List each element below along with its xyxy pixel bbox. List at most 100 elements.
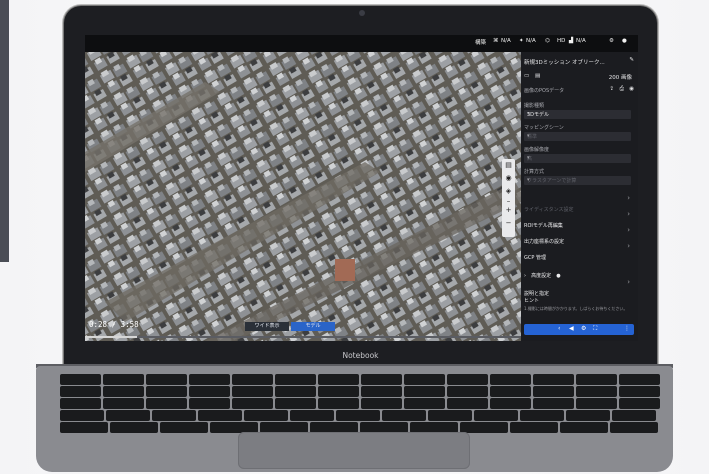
keyboard-key[interactable] bbox=[275, 398, 316, 409]
field4-select[interactable]: クラスタアーンで計算 ▾ bbox=[524, 176, 631, 185]
keyboard-key[interactable] bbox=[404, 398, 445, 409]
keyboard-key[interactable] bbox=[447, 398, 488, 409]
keyboard-key[interactable] bbox=[619, 374, 660, 385]
field4-label: 計算方式 bbox=[524, 169, 545, 175]
keyboard-key[interactable] bbox=[336, 410, 380, 421]
keyboard-key[interactable] bbox=[60, 386, 101, 397]
settings-icon[interactable]: ⚙ bbox=[581, 325, 586, 332]
keyboard-key[interactable] bbox=[576, 398, 617, 409]
keyboard-key[interactable] bbox=[146, 398, 187, 409]
keyboard-key[interactable] bbox=[275, 386, 316, 397]
keyboard-key[interactable] bbox=[146, 374, 187, 385]
map-tool-strip: ▤ ◉ ◈ – + − bbox=[502, 159, 515, 237]
keyboard-key[interactable] bbox=[290, 410, 334, 421]
keyboard-key[interactable] bbox=[232, 398, 273, 409]
fullscreen-icon[interactable]: ⛶ bbox=[593, 325, 597, 333]
keyboard-key[interactable] bbox=[404, 374, 445, 385]
keyboard-key[interactable] bbox=[160, 422, 208, 433]
view-icon[interactable]: ◉ bbox=[629, 86, 634, 92]
keyboard-key[interactable] bbox=[447, 374, 488, 385]
topbar-signal-value: N/A bbox=[576, 38, 586, 44]
keyboard-key[interactable] bbox=[576, 386, 617, 397]
keyboard-key[interactable] bbox=[619, 398, 660, 409]
field1-select[interactable]: 3Dモデル ▾ bbox=[524, 110, 631, 119]
keyboard-key[interactable] bbox=[152, 410, 196, 421]
topbar-mode[interactable]: 構築 bbox=[475, 38, 486, 46]
zoom-out-icon[interactable]: − bbox=[502, 217, 515, 230]
keyboard-key[interactable] bbox=[576, 374, 617, 385]
model-button[interactable]: モデル bbox=[291, 322, 335, 331]
keyboard-key[interactable] bbox=[275, 374, 316, 385]
keyboard-key[interactable] bbox=[146, 386, 187, 397]
brand-label: Notebook bbox=[342, 351, 379, 360]
camera-icon[interactable]: ◉ bbox=[502, 172, 515, 185]
keyboard-key[interactable] bbox=[510, 422, 558, 433]
settings-icon[interactable]: ⚙ bbox=[609, 38, 614, 44]
keyboard-key[interactable] bbox=[490, 374, 531, 385]
user-icon[interactable]: ● bbox=[622, 38, 627, 44]
keyboard-key[interactable] bbox=[189, 386, 230, 397]
keyboard-key[interactable] bbox=[619, 386, 660, 397]
keyboard-key[interactable] bbox=[490, 398, 531, 409]
field3-select[interactable]: 高 ▾ bbox=[524, 154, 631, 163]
laptop-lid: 構築 ⌘ N/A ✦ N/A ⌬ HD ▟ N/A ⚙ ● 0:28 / 3:5… bbox=[64, 6, 657, 368]
more-icon[interactable]: ⋮ bbox=[624, 325, 630, 332]
keyboard-key[interactable] bbox=[60, 398, 101, 409]
keyboard-key[interactable] bbox=[610, 422, 658, 433]
topbar-rtk-value: N/A bbox=[501, 38, 511, 44]
volume-icon[interactable]: ◀ bbox=[569, 325, 574, 332]
zoom-in-icon[interactable]: + bbox=[502, 204, 515, 217]
menu-advanced[interactable]: › 高度設定 ● bbox=[524, 262, 633, 281]
keyboard-key[interactable] bbox=[404, 386, 445, 397]
keyboard-key[interactable] bbox=[318, 386, 359, 397]
keyboard-key[interactable] bbox=[520, 410, 564, 421]
keyboard-key[interactable] bbox=[103, 398, 144, 409]
edit-icon[interactable]: ✎ bbox=[629, 57, 634, 63]
keyboard-key[interactable] bbox=[612, 410, 656, 421]
keyboard-key[interactable] bbox=[189, 398, 230, 409]
keyboard-key[interactable] bbox=[361, 374, 402, 385]
keyboard-key[interactable] bbox=[361, 386, 402, 397]
keyboard-key[interactable] bbox=[189, 374, 230, 385]
keyboard-key[interactable] bbox=[460, 422, 508, 433]
keyboard-key[interactable] bbox=[428, 410, 472, 421]
video-player[interactable]: 0:28 / 3:58 ワイド表示 モデル bbox=[85, 52, 521, 341]
upload-icon[interactable]: ⇪ bbox=[609, 86, 614, 92]
keyboard-key[interactable] bbox=[244, 410, 288, 421]
keyboard-key[interactable] bbox=[60, 422, 108, 433]
keyboard-key[interactable] bbox=[447, 386, 488, 397]
keyboard-key[interactable] bbox=[103, 386, 144, 397]
keyboard-key[interactable] bbox=[198, 410, 242, 421]
keyboard-key[interactable] bbox=[110, 422, 158, 433]
keyboard-key[interactable] bbox=[361, 398, 402, 409]
trackpad[interactable] bbox=[238, 432, 470, 469]
chevron-right-icon: › bbox=[627, 194, 630, 202]
keyboard-key[interactable] bbox=[60, 374, 101, 385]
field2-select[interactable]: 標準 ▾ bbox=[524, 132, 631, 141]
chevron-down-icon: ▾ bbox=[527, 177, 530, 183]
keyboard-key[interactable] bbox=[106, 410, 150, 421]
keyboard-key[interactable] bbox=[60, 410, 104, 421]
keyboard-key[interactable] bbox=[566, 410, 610, 421]
keyboard-key[interactable] bbox=[382, 410, 426, 421]
menu-gcp[interactable]: GCP 管理 › bbox=[524, 242, 633, 263]
keyboard-key[interactable] bbox=[533, 386, 574, 397]
keyboard-key[interactable] bbox=[533, 374, 574, 385]
chevron-down-icon: ▾ bbox=[527, 133, 530, 139]
keyboard-key[interactable] bbox=[560, 422, 608, 433]
keyboard-key[interactable] bbox=[232, 386, 273, 397]
keyboard-key[interactable] bbox=[232, 374, 273, 385]
keyboard-key[interactable] bbox=[474, 410, 518, 421]
keyboard-key[interactable] bbox=[533, 398, 574, 409]
prev-icon[interactable]: ‹ bbox=[558, 325, 560, 332]
video-seek-bar[interactable] bbox=[85, 336, 521, 338]
video-timecode: 0:28 / 3:58 bbox=[89, 320, 139, 329]
keyboard-key[interactable] bbox=[490, 386, 531, 397]
keyboard-key[interactable] bbox=[103, 374, 144, 385]
keyboard-key[interactable] bbox=[318, 374, 359, 385]
layers-icon[interactable]: ▤ bbox=[502, 159, 515, 172]
keyboard-key[interactable] bbox=[318, 398, 359, 409]
wide-view-button[interactable]: ワイド表示 bbox=[245, 322, 289, 331]
import-icon[interactable]: ⎙ bbox=[620, 86, 624, 93]
menu-gcp-label: GCP 管理 bbox=[524, 255, 546, 261]
